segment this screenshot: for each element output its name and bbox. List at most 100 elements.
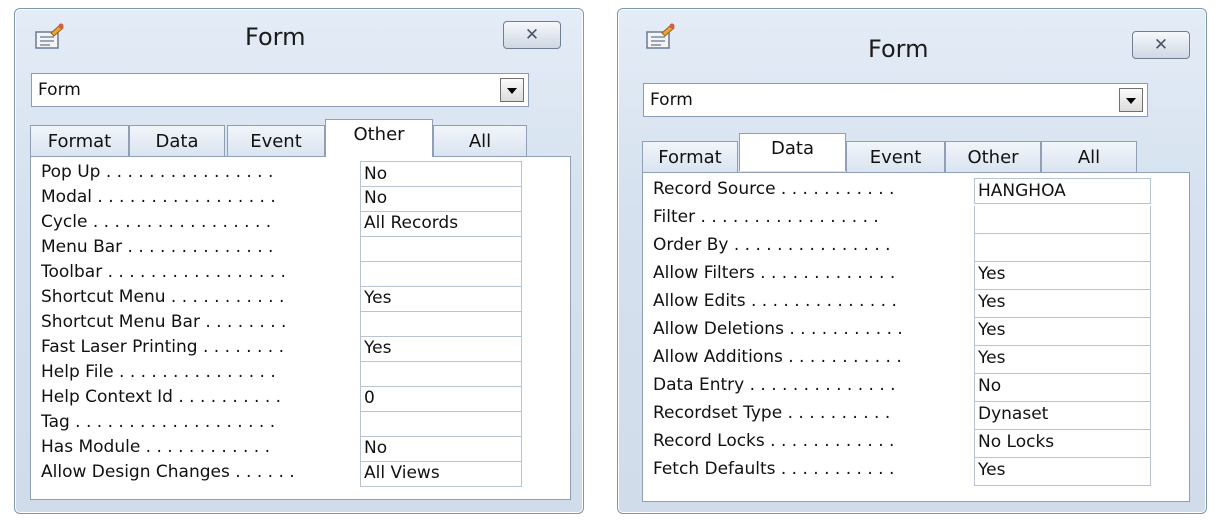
property-list: Record Source . . . . . . . . . . . HANGH… bbox=[642, 172, 1190, 502]
property-row[interactable]: Menu Bar . . . . . . . . . . . . . . bbox=[31, 236, 570, 262]
property-value[interactable]: Yes bbox=[360, 336, 522, 362]
tab-other[interactable]: Other bbox=[325, 119, 433, 157]
properties-icon bbox=[35, 23, 64, 49]
property-label: Allow Edits . . . . . . . . . . . . . . bbox=[653, 291, 897, 311]
property-value[interactable]: Dynaset bbox=[974, 402, 1151, 430]
property-value[interactable] bbox=[974, 206, 1151, 234]
close-icon: ✕ bbox=[1153, 35, 1169, 55]
window-title: Form bbox=[245, 23, 306, 51]
property-label: Allow Additions . . . . . . . . . . . bbox=[653, 347, 902, 367]
property-row[interactable]: Data Entry . . . . . . . . . . . . . . No bbox=[643, 374, 1189, 402]
property-row[interactable]: Toolbar . . . . . . . . . . . . . . . . … bbox=[31, 261, 570, 287]
property-value[interactable]: No bbox=[360, 436, 522, 462]
property-value[interactable] bbox=[360, 236, 522, 262]
property-value[interactable]: Yes bbox=[974, 262, 1151, 290]
property-label: Has Module . . . . . . . . . . . . bbox=[41, 437, 270, 457]
property-label: Allow Filters . . . . . . . . . . . . . bbox=[653, 263, 896, 283]
property-label: Modal . . . . . . . . . . . . . . . . . bbox=[41, 187, 276, 207]
property-value[interactable] bbox=[360, 261, 522, 287]
property-label: Menu Bar . . . . . . . . . . . . . . bbox=[41, 237, 274, 257]
title-bar[interactable]: Form ✕ bbox=[618, 9, 1206, 63]
property-value[interactable]: Yes bbox=[974, 318, 1151, 346]
property-row[interactable]: Fast Laser Printing . . . . . . . . Yes bbox=[31, 336, 570, 362]
property-row[interactable]: Record Locks . . . . . . . . . . . . No L… bbox=[643, 430, 1189, 458]
property-row[interactable]: Filter . . . . . . . . . . . . . . . . . bbox=[643, 206, 1189, 234]
property-label: Allow Deletions . . . . . . . . . . . bbox=[653, 319, 903, 339]
property-value[interactable]: Yes bbox=[974, 346, 1151, 374]
property-value[interactable]: No bbox=[360, 186, 522, 212]
property-value[interactable]: HANGHOA bbox=[974, 178, 1151, 204]
property-row[interactable]: Order By . . . . . . . . . . . . . . . bbox=[643, 234, 1189, 262]
property-row[interactable]: Shortcut Menu Bar . . . . . . . . bbox=[31, 311, 570, 337]
close-button[interactable]: ✕ bbox=[1132, 31, 1190, 59]
property-row[interactable]: Modal . . . . . . . . . . . . . . . . . N… bbox=[31, 186, 570, 212]
properties-window-right: Form ✕ Form Format Data Event Other All … bbox=[617, 8, 1207, 514]
property-label: Order By . . . . . . . . . . . . . . . bbox=[653, 235, 891, 255]
property-label: Toolbar . . . . . . . . . . . . . . . . … bbox=[41, 262, 286, 282]
chevron-down-icon[interactable] bbox=[1119, 88, 1143, 112]
tab-data[interactable]: Data bbox=[129, 125, 225, 157]
property-value[interactable]: No bbox=[974, 374, 1151, 402]
property-row[interactable]: Record Source . . . . . . . . . . . HANGH… bbox=[643, 178, 1189, 204]
property-row[interactable]: Recordset Type . . . . . . . . . . Dynase… bbox=[643, 402, 1189, 430]
property-label: Tag . . . . . . . . . . . . . . . . . . … bbox=[41, 412, 276, 432]
close-icon: ✕ bbox=[524, 25, 540, 45]
property-row[interactable]: Cycle . . . . . . . . . . . . . . . . . A… bbox=[31, 211, 570, 237]
object-selector-value: Form bbox=[38, 80, 81, 100]
object-selector[interactable]: Form bbox=[31, 73, 529, 107]
property-label: Allow Design Changes . . . . . . bbox=[41, 462, 295, 482]
title-bar[interactable]: Form ✕ bbox=[15, 9, 583, 63]
property-row[interactable]: Shortcut Menu . . . . . . . . . . . Yes bbox=[31, 286, 570, 312]
property-row[interactable]: Help File . . . . . . . . . . . . . . . bbox=[31, 361, 570, 387]
property-row[interactable]: Allow Additions . . . . . . . . . . . Yes bbox=[643, 346, 1189, 374]
property-value[interactable]: No bbox=[360, 161, 522, 187]
property-value[interactable] bbox=[974, 234, 1151, 262]
property-label: Cycle . . . . . . . . . . . . . . . . . bbox=[41, 212, 272, 232]
property-label: Pop Up . . . . . . . . . . . . . . . . bbox=[41, 162, 274, 182]
properties-window-left: Form ✕ Form Format Data Event Other All … bbox=[14, 8, 584, 514]
property-value[interactable]: Yes bbox=[974, 290, 1151, 318]
property-row[interactable]: Pop Up . . . . . . . . . . . . . . . . No bbox=[31, 161, 570, 187]
tab-data[interactable]: Data bbox=[739, 133, 846, 171]
properties-icon bbox=[646, 23, 675, 49]
tab-all[interactable]: All bbox=[1041, 141, 1137, 173]
property-row[interactable]: Allow Filters . . . . . . . . . . . . . Y… bbox=[643, 262, 1189, 290]
property-value[interactable]: All Views bbox=[360, 461, 522, 487]
property-value[interactable]: All Records bbox=[360, 211, 522, 237]
property-row[interactable]: Allow Design Changes . . . . . . All View… bbox=[31, 461, 570, 487]
property-row[interactable]: Tag . . . . . . . . . . . . . . . . . . … bbox=[31, 411, 570, 437]
property-label: Shortcut Menu . . . . . . . . . . . bbox=[41, 287, 285, 307]
property-label: Fetch Defaults . . . . . . . . . . . bbox=[653, 459, 895, 479]
property-value[interactable] bbox=[360, 361, 522, 387]
property-label: Help Context Id . . . . . . . . . . bbox=[41, 387, 282, 407]
property-value[interactable]: No Locks bbox=[974, 430, 1151, 458]
tab-event[interactable]: Event bbox=[227, 125, 325, 157]
property-row[interactable]: Help Context Id . . . . . . . . . . 0 bbox=[31, 386, 570, 412]
property-value[interactable]: Yes bbox=[360, 286, 522, 312]
tab-format[interactable]: Format bbox=[30, 125, 129, 157]
property-row[interactable]: Fetch Defaults . . . . . . . . . . . Yes bbox=[643, 458, 1189, 486]
chevron-down-icon[interactable] bbox=[500, 78, 524, 102]
property-label: Shortcut Menu Bar . . . . . . . . bbox=[41, 312, 287, 332]
tab-other[interactable]: Other bbox=[945, 141, 1041, 173]
property-value[interactable]: 0 bbox=[360, 386, 522, 412]
tab-format[interactable]: Format bbox=[642, 141, 738, 173]
object-selector[interactable]: Form bbox=[643, 83, 1148, 117]
property-label: Record Locks . . . . . . . . . . . . bbox=[653, 431, 895, 451]
property-value[interactable]: Yes bbox=[974, 458, 1151, 486]
property-label: Fast Laser Printing . . . . . . . . bbox=[41, 337, 285, 357]
tab-all[interactable]: All bbox=[433, 125, 527, 157]
object-selector-value: Form bbox=[650, 90, 693, 110]
property-value[interactable] bbox=[360, 311, 522, 337]
window-title: Form bbox=[868, 35, 929, 63]
property-label: Data Entry . . . . . . . . . . . . . . bbox=[653, 375, 896, 395]
property-label: Filter . . . . . . . . . . . . . . . . . bbox=[653, 207, 879, 227]
property-value[interactable] bbox=[360, 411, 522, 437]
property-row[interactable]: Allow Deletions . . . . . . . . . . . Yes bbox=[643, 318, 1189, 346]
tab-event[interactable]: Event bbox=[846, 141, 945, 173]
property-list: Pop Up . . . . . . . . . . . . . . . . No… bbox=[30, 156, 571, 500]
property-label: Recordset Type . . . . . . . . . . bbox=[653, 403, 891, 423]
close-button[interactable]: ✕ bbox=[503, 21, 561, 49]
property-row[interactable]: Has Module . . . . . . . . . . . . No bbox=[31, 436, 570, 462]
property-row[interactable]: Allow Edits . . . . . . . . . . . . . . Y… bbox=[643, 290, 1189, 318]
